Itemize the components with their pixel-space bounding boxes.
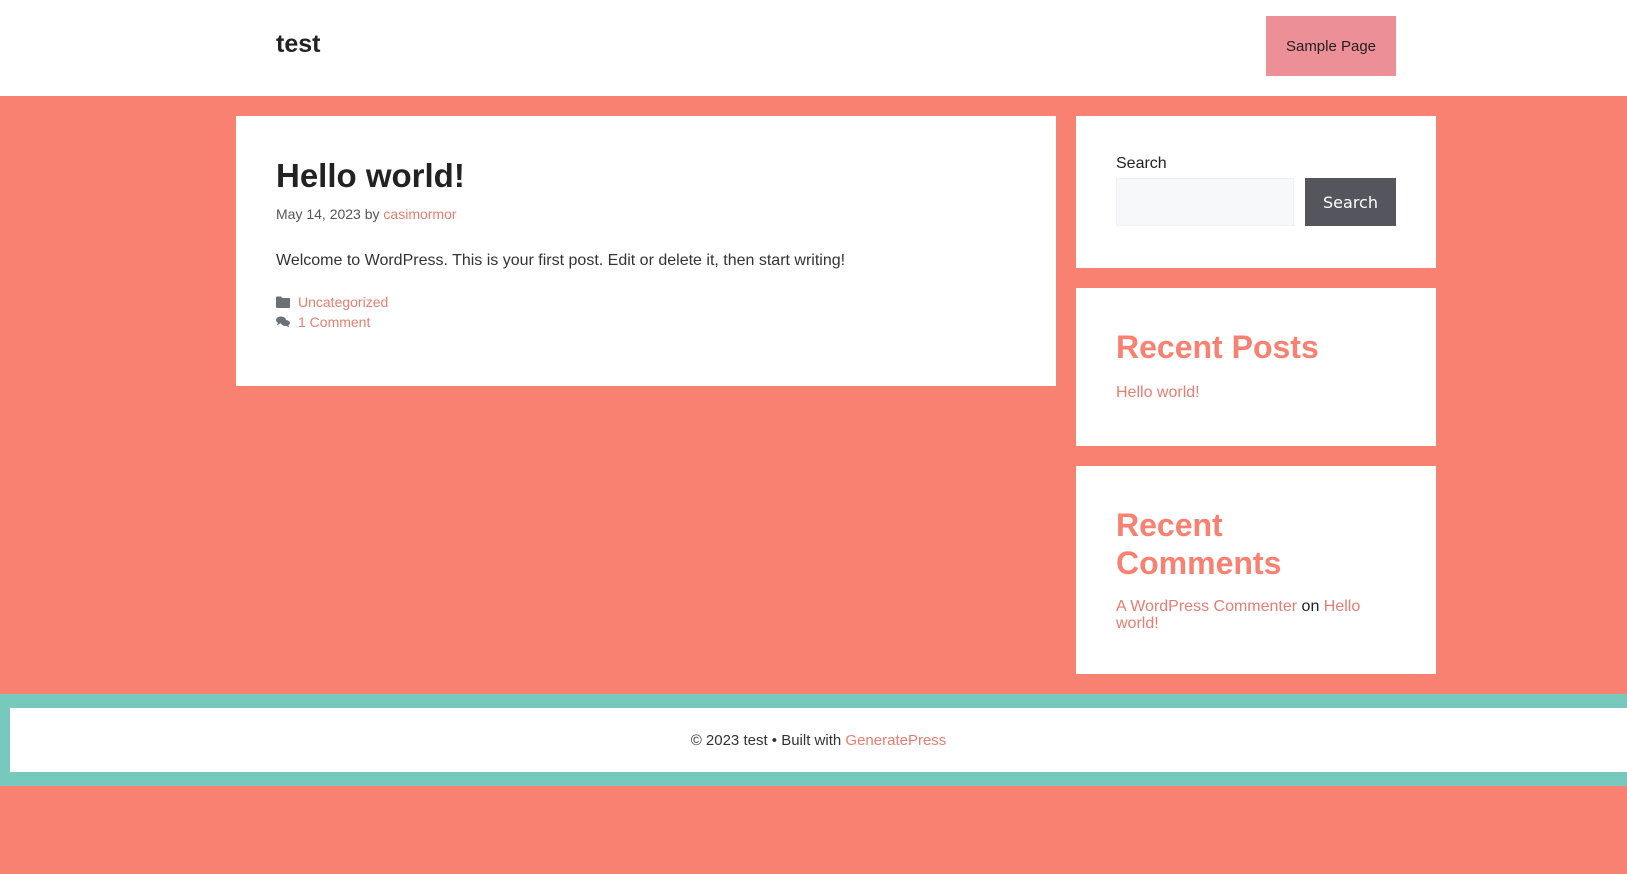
search-label: Search bbox=[1116, 155, 1167, 172]
comments-link[interactable]: 1 Comment bbox=[298, 312, 370, 332]
comment-on-label: on bbox=[1301, 598, 1320, 615]
post-title[interactable]: Hello world! bbox=[276, 156, 1016, 196]
post-by-label: by bbox=[364, 205, 380, 222]
recent-post-link[interactable]: Hello world! bbox=[1116, 384, 1396, 402]
post-date[interactable]: May 14, 2023 bbox=[276, 206, 361, 222]
recent-comment-item: A WordPress Commenter on Hello world! bbox=[1116, 598, 1396, 632]
footer-generatepress-link[interactable]: GeneratePress bbox=[845, 732, 946, 749]
post-author-link[interactable]: casimormor bbox=[383, 206, 456, 222]
post-article: Hello world! May 14, 2023 by casimormor … bbox=[236, 116, 1056, 386]
post-meta: May 14, 2023 by casimormor bbox=[276, 206, 1016, 222]
search-input[interactable] bbox=[1116, 178, 1294, 226]
recent-posts-widget: Recent Posts Hello world! bbox=[1076, 288, 1436, 446]
site-header: test Sample Page bbox=[0, 0, 1627, 96]
folder-icon bbox=[276, 295, 290, 309]
search-widget: Search Search bbox=[1076, 116, 1436, 268]
recent-comments-title: Recent Comments bbox=[1116, 507, 1282, 581]
footer-bar: © 2023 test • Built with GeneratePress bbox=[10, 708, 1627, 772]
commenter-link[interactable]: A WordPress Commenter bbox=[1116, 598, 1297, 615]
category-link[interactable]: Uncategorized bbox=[298, 292, 388, 312]
nav-item-sample-page[interactable]: Sample Page bbox=[1266, 16, 1396, 76]
recent-comments-widget: Recent Comments A WordPress Commenter on… bbox=[1076, 466, 1436, 674]
post-content: Welcome to WordPress. This is your first… bbox=[276, 251, 846, 269]
recent-posts-title: Recent Posts bbox=[1116, 329, 1319, 365]
post-footer: Uncategorized 1 Comment bbox=[276, 292, 1016, 332]
comments-icon bbox=[276, 315, 290, 329]
site-title[interactable]: test bbox=[276, 30, 320, 59]
site-footer: © 2023 test • Built with GeneratePress bbox=[0, 694, 1627, 786]
search-button[interactable]: Search bbox=[1305, 178, 1396, 226]
footer-copyright: © 2023 test • Built with bbox=[690, 731, 842, 749]
